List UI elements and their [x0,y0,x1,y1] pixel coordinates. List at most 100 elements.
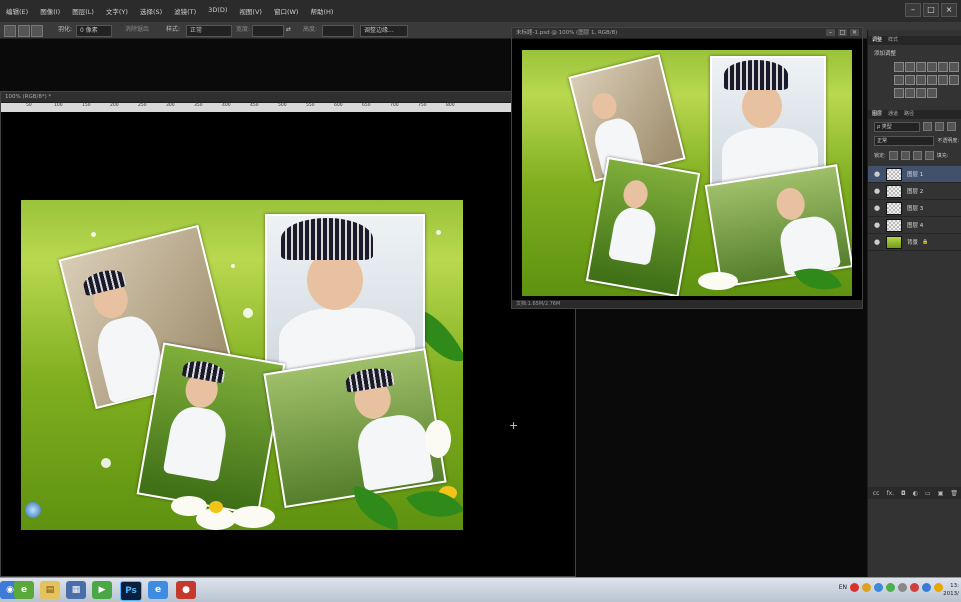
tab-paths[interactable]: 路径 [904,110,914,119]
menu-window[interactable]: 窗口(W) [274,6,299,16]
main-document-window[interactable]: 100% (RGB/8*) * – □ × 50 100 150 200 250… [0,91,576,577]
photo-pinwheel[interactable] [263,348,447,508]
menu-select[interactable]: 选择(S) [140,6,162,16]
layer-row-background[interactable]: ● 背景 🔒 [868,234,961,251]
play-icon[interactable]: ▶ [92,581,112,599]
curves-icon[interactable] [916,62,926,72]
tray-antivirus-icon[interactable] [850,583,859,592]
new-selection-icon[interactable] [18,25,30,37]
filter-pixel-icon[interactable] [923,122,932,131]
blend-mode-select[interactable]: 正常 [874,135,935,146]
visibility-eye-icon[interactable]: ● [873,204,881,212]
antialias-checkbox[interactable]: 消除锯齿 [125,25,149,35]
refine-edge-button[interactable]: 调整边缘... [360,25,408,37]
minimize-button[interactable]: – [905,3,921,17]
tray-app-icon[interactable] [862,583,871,592]
menu-filter[interactable]: 滤镜(T) [174,6,196,16]
adjustment-layer-icon[interactable]: ◐ [913,490,918,497]
trash-icon[interactable]: 🗑 [950,490,958,497]
recorder-icon[interactable]: ● [176,581,196,599]
brightness-icon[interactable] [894,62,904,72]
maximize-button[interactable]: □ [923,3,939,17]
black-white-icon[interactable] [905,75,915,85]
tray-security-icon[interactable] [910,583,919,592]
gradient-map-icon[interactable] [916,88,926,98]
collage-preview-canvas[interactable] [522,50,852,296]
main-document-tab[interactable]: 100% (RGB/8*) * [1,92,575,103]
secondary-document-window[interactable]: 未标题-1.psd @ 100% (图层 1, RGB/8) – □ × 文档:… [511,27,863,309]
feather-input[interactable]: 0 像素 [76,25,112,37]
filter-adjust-icon[interactable] [935,122,944,131]
clock[interactable]: 13: 2013/ [943,582,959,598]
vibrance-icon[interactable] [938,62,948,72]
lock-all-icon[interactable] [924,151,934,160]
selective-color-icon[interactable] [927,88,937,98]
photoshop-icon[interactable]: Ps [120,581,142,601]
tray-volume-icon[interactable] [898,583,907,592]
visibility-eye-icon[interactable]: ● [873,170,881,178]
style-select[interactable]: 正常 [186,25,232,37]
layer-kind-filter[interactable]: ρ 类型 [874,121,920,132]
layer-row[interactable]: ● 图层 1 [868,166,961,183]
lock-transparent-icon[interactable] [888,151,898,160]
media-player-icon[interactable]: ▦ [66,581,86,599]
mask-icon[interactable]: ◘ [901,490,906,497]
menu-image[interactable]: 图像(I) [40,6,60,16]
tray-flag-icon[interactable] [934,583,943,592]
folder-icon[interactable]: ▤ [40,581,60,599]
add-selection-icon[interactable] [31,25,43,37]
fx-icon[interactable]: fx. [886,490,894,497]
marquee-tool-icon[interactable] [4,25,16,37]
photo-grass[interactable] [136,342,286,516]
width-input[interactable] [252,25,284,37]
tray-qq-icon[interactable] [922,583,931,592]
tab-channels[interactable]: 通道 [888,110,898,119]
tab-adjustments[interactable]: 调整 [872,36,882,45]
group-icon[interactable]: ▭ [925,490,931,497]
swap-icon[interactable]: ⇄ [286,25,291,35]
horizontal-ruler[interactable]: 50 100 150 200 250 300 350 400 450 500 5… [1,103,573,112]
visibility-eye-icon[interactable]: ● [873,187,881,195]
visibility-eye-icon[interactable]: ● [873,238,881,246]
secondary-document-tab[interactable]: 未标题-1.psd @ 100% (图层 1, RGB/8) [512,28,862,39]
layer-row[interactable]: ● 图层 3 [868,200,961,217]
photo-filter-icon[interactable] [916,75,926,85]
tray-update-icon[interactable] [886,583,895,592]
menu-view[interactable]: 视图(V) [239,6,262,16]
tray-network-icon[interactable] [874,583,883,592]
menu-3d[interactable]: 3D(D) [208,6,227,16]
doc2-minimize-button[interactable]: – [826,29,835,36]
hue-icon[interactable] [949,62,959,72]
menu-help[interactable]: 帮助(H) [310,6,333,16]
channel-mixer-icon[interactable] [927,75,937,85]
doc2-maximize-button[interactable]: □ [838,29,847,36]
filter-type-icon[interactable] [947,122,956,131]
layer-row[interactable]: ● 图层 4 [868,217,961,234]
layer-row[interactable]: ● 图层 2 [868,183,961,200]
language-indicator[interactable]: EN [839,584,847,591]
color-balance-icon[interactable] [894,75,904,85]
visibility-eye-icon[interactable]: ● [873,221,881,229]
menu-type[interactable]: 文字(Y) [106,6,128,16]
kid-face [742,84,782,128]
collage-canvas[interactable] [21,200,463,530]
color-lookup-icon[interactable] [938,75,948,85]
close-button[interactable]: × [941,3,957,17]
tab-layers[interactable]: 图层 [872,110,882,119]
menu-edit[interactable]: 编辑(E) [6,6,28,16]
browser-360-icon[interactable]: e [14,581,34,599]
lock-paint-icon[interactable] [900,151,910,160]
ie-browser-icon[interactable]: e [148,581,168,599]
link-layers-icon[interactable]: ⅽⅽ [873,490,880,497]
posterize-icon[interactable] [894,88,904,98]
lock-move-icon[interactable] [912,151,922,160]
invert-icon[interactable] [949,75,959,85]
threshold-icon[interactable] [905,88,915,98]
tab-styles[interactable]: 样式 [888,36,898,45]
levels-icon[interactable] [905,62,915,72]
menu-layer[interactable]: 图层(L) [72,6,94,16]
exposure-icon[interactable] [927,62,937,72]
new-layer-icon[interactable]: ▣ [938,490,944,497]
doc2-close-button[interactable]: × [850,29,859,36]
height-input[interactable] [322,25,354,37]
